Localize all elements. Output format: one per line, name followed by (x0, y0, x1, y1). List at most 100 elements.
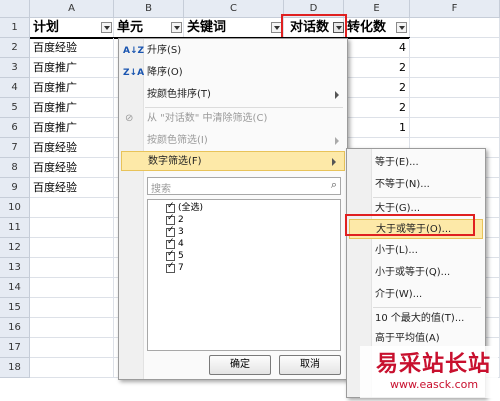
cell-e4[interactable]: 2 (344, 78, 410, 98)
cell-a2[interactable]: 百度经验 (30, 38, 114, 58)
watermark-url: www.easck.com (390, 378, 479, 391)
checkbox-label: 4 (178, 239, 184, 249)
row-header[interactable]: 1 (0, 18, 30, 38)
clear-filter-icon: ⊘ (125, 113, 134, 124)
grid-cell[interactable] (410, 58, 500, 78)
watermark: 易采站长站 www.easck.com (360, 346, 498, 398)
grid-cell[interactable] (30, 318, 114, 338)
grid-cell[interactable] (410, 118, 500, 138)
menu-item-less-or-equal[interactable]: 小于或等于(Q)... (347, 263, 485, 283)
checkbox-value[interactable] (166, 249, 175, 261)
row-header[interactable]: 12 (0, 238, 30, 258)
search-icon: ⌕ (330, 178, 337, 191)
search-input[interactable]: 搜索 ⌕ (147, 177, 341, 195)
menu-item-filter-by-color: 按颜色筛选(I) (119, 131, 347, 151)
row-header[interactable]: 10 (0, 198, 30, 218)
menu-item-sort-descending[interactable]: Z↓A 降序(O) (119, 63, 347, 83)
header-cell-keyword[interactable]: 关键词 (184, 18, 284, 38)
filter-dropdown-icon[interactable] (101, 22, 112, 33)
checkbox-value[interactable] (166, 261, 175, 273)
filter-dropdown-icon[interactable] (171, 22, 182, 33)
row-header[interactable]: 14 (0, 278, 30, 298)
menu-label: 小于(L)... (375, 245, 418, 256)
column-header-f[interactable]: F (410, 0, 500, 18)
menu-item-number-filters[interactable]: 数字筛选(F) (121, 151, 345, 171)
menu-item-sort-by-color[interactable]: 按颜色排序(T) (119, 85, 347, 105)
cell-a3[interactable]: 百度推广 (30, 58, 114, 78)
checkbox-value[interactable] (166, 237, 175, 249)
grid-cell[interactable] (410, 98, 500, 118)
column-header-a[interactable]: A (30, 0, 114, 18)
column-header-b[interactable]: B (114, 0, 184, 18)
row-header[interactable]: 15 (0, 298, 30, 318)
row-header[interactable]: 3 (0, 58, 30, 78)
cell-e6[interactable]: 1 (344, 118, 410, 138)
cancel-button[interactable]: 取消 (279, 355, 341, 375)
menu-item-not-equals[interactable]: 不等于(N)... (347, 175, 485, 195)
checkbox-value[interactable] (166, 225, 175, 237)
value-list[interactable]: (全选) 2 3 4 5 7 (147, 199, 341, 351)
menu-item-sort-ascending[interactable]: A↓Z 升序(S) (119, 41, 347, 61)
row-header[interactable]: 8 (0, 158, 30, 178)
watermark-title: 易采站长站 (376, 351, 492, 377)
search-placeholder: 搜索 (151, 184, 171, 195)
column-header-c[interactable]: C (184, 0, 284, 18)
menu-item-equals[interactable]: 等于(E)... (347, 153, 485, 173)
grid-cell[interactable] (30, 298, 114, 318)
grid-cell[interactable] (30, 198, 114, 218)
cell-a5[interactable]: 百度推广 (30, 98, 114, 118)
submenu-arrow-icon (332, 158, 336, 166)
menu-label: 数字筛选(F) (148, 156, 202, 167)
cell-e3[interactable]: 2 (344, 58, 410, 78)
ok-button[interactable]: 确定 (209, 355, 271, 375)
grid-cell[interactable] (410, 18, 500, 38)
row-header[interactable]: 16 (0, 318, 30, 338)
grid-cell[interactable] (30, 358, 114, 378)
cell-a4[interactable]: 百度推广 (30, 78, 114, 98)
header-label: 单元 (117, 20, 144, 35)
row-header[interactable]: 4 (0, 78, 30, 98)
cell-a7[interactable]: 百度经验 (30, 138, 114, 158)
menu-item-top-10[interactable]: 10 个最大的值(T)... (347, 309, 485, 329)
grid-cell[interactable] (30, 338, 114, 358)
row-header[interactable]: 11 (0, 218, 30, 238)
sort-descending-icon: Z↓A (123, 68, 145, 78)
select-all-corner[interactable] (0, 0, 30, 18)
cell-a6[interactable]: 百度推广 (30, 118, 114, 138)
row-header[interactable]: 18 (0, 358, 30, 378)
grid-cell[interactable] (30, 238, 114, 258)
submenu-arrow-icon (335, 91, 339, 99)
cell-a9[interactable]: 百度经验 (30, 178, 114, 198)
row-header[interactable]: 6 (0, 118, 30, 138)
menu-label: 按颜色筛选(I) (147, 135, 208, 146)
grid-cell[interactable] (410, 78, 500, 98)
column-header-e[interactable]: E (344, 0, 410, 18)
filter-menu[interactable]: A↓Z 升序(S) Z↓A 降序(O) 按颜色排序(T) ⊘ 从 "对话数" 中… (118, 38, 348, 380)
checkbox-select-all[interactable] (166, 201, 175, 213)
menu-label: 小于或等于(Q)... (375, 267, 451, 278)
grid-cell[interactable] (30, 218, 114, 238)
header-label: 转化数 (347, 20, 387, 35)
grid-cell[interactable] (30, 278, 114, 298)
menu-item-less-than[interactable]: 小于(L)... (347, 241, 485, 261)
menu-separator (373, 197, 481, 198)
cell-e5[interactable]: 2 (344, 98, 410, 118)
row-header[interactable]: 9 (0, 178, 30, 198)
grid-cell[interactable] (30, 258, 114, 278)
grid-cell[interactable] (410, 38, 500, 58)
menu-label: 降序(O) (147, 67, 183, 78)
row-header[interactable]: 7 (0, 138, 30, 158)
row-header[interactable]: 13 (0, 258, 30, 278)
menu-label: 升序(S) (147, 45, 182, 56)
row-header[interactable]: 2 (0, 38, 30, 58)
checkbox-value[interactable] (166, 213, 175, 225)
menu-label: 从 "对话数" 中清除筛选(C) (147, 113, 268, 124)
cell-a8[interactable]: 百度经验 (30, 158, 114, 178)
filter-dropdown-icon[interactable] (396, 22, 407, 33)
menu-item-clear-filter: ⊘ 从 "对话数" 中清除筛选(C) (119, 109, 347, 129)
row-header[interactable]: 5 (0, 98, 30, 118)
row-header[interactable]: 17 (0, 338, 30, 358)
header-label: 计划 (33, 20, 60, 35)
menu-item-between[interactable]: 介于(W)... (347, 285, 485, 305)
cell-e2[interactable]: 4 (344, 38, 410, 58)
